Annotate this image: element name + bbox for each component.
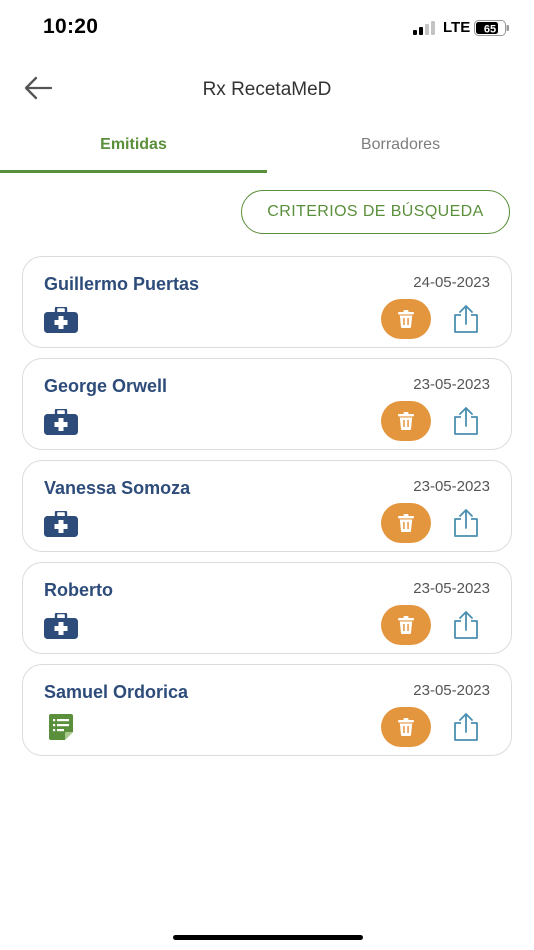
trash-icon: [398, 514, 414, 532]
delete-button[interactable]: [381, 605, 431, 645]
patient-name: George Orwell: [44, 376, 168, 396]
prescription-date: 23-05-2023: [413, 580, 490, 597]
delete-button[interactable]: [381, 503, 431, 543]
share-icon[interactable]: [451, 610, 481, 640]
delete-button[interactable]: [381, 707, 431, 747]
page-title: Rx RecetaMeD: [202, 79, 332, 100]
status-time: 10:20: [43, 15, 99, 38]
home-indicator[interactable]: [173, 935, 363, 940]
share-icon[interactable]: [451, 406, 481, 436]
prescription-date: 24-05-2023: [413, 274, 490, 291]
medical-case-icon: [44, 511, 78, 537]
app-header: Rx RecetaMeD: [0, 60, 534, 120]
signal-icon: [413, 21, 435, 35]
trash-icon: [398, 412, 414, 430]
tab-borradores[interactable]: Borradores: [267, 120, 534, 173]
prescription-card[interactable]: Vanessa Somoza 23-05-2023: [22, 460, 512, 552]
medical-case-icon: [44, 409, 78, 435]
patient-name: Roberto: [44, 580, 113, 600]
prescription-card[interactable]: George Orwell 23-05-2023: [22, 358, 512, 450]
delete-button[interactable]: [381, 401, 431, 441]
prescription-date: 23-05-2023: [413, 478, 490, 495]
status-bar: 10:20 LTE 65: [0, 0, 534, 56]
trash-icon: [398, 718, 414, 736]
delete-button[interactable]: [381, 299, 431, 339]
share-icon[interactable]: [451, 304, 481, 334]
prescription-card[interactable]: Samuel Ordorica 23-05-2023: [22, 664, 512, 756]
prescription-date: 23-05-2023: [413, 376, 490, 393]
prescription-list: Guillermo Puertas 24-05-2023 George Orwe…: [22, 256, 512, 766]
medical-case-icon: [44, 307, 78, 333]
patient-name: Guillermo Puertas: [44, 274, 200, 294]
trash-icon: [398, 310, 414, 328]
medical-case-icon: [44, 613, 78, 639]
share-icon[interactable]: [451, 712, 481, 742]
prescription-date: 23-05-2023: [413, 682, 490, 699]
share-icon[interactable]: [451, 508, 481, 538]
trash-icon: [398, 616, 414, 634]
document-icon: [49, 714, 73, 740]
prescription-card[interactable]: Guillermo Puertas 24-05-2023: [22, 256, 512, 348]
battery-level: 65: [484, 24, 496, 36]
patient-name: Vanessa Somoza: [44, 478, 191, 498]
tab-bar: Emitidas Borradores: [0, 120, 534, 173]
search-criteria-button[interactable]: CRITERIOS DE BÚSQUEDA: [241, 190, 510, 234]
tab-emitidas[interactable]: Emitidas: [0, 120, 267, 173]
patient-name: Samuel Ordorica: [44, 682, 189, 702]
network-type: LTE: [443, 19, 471, 36]
prescription-card[interactable]: Roberto 23-05-2023: [22, 562, 512, 654]
battery-icon: 65: [474, 20, 509, 36]
